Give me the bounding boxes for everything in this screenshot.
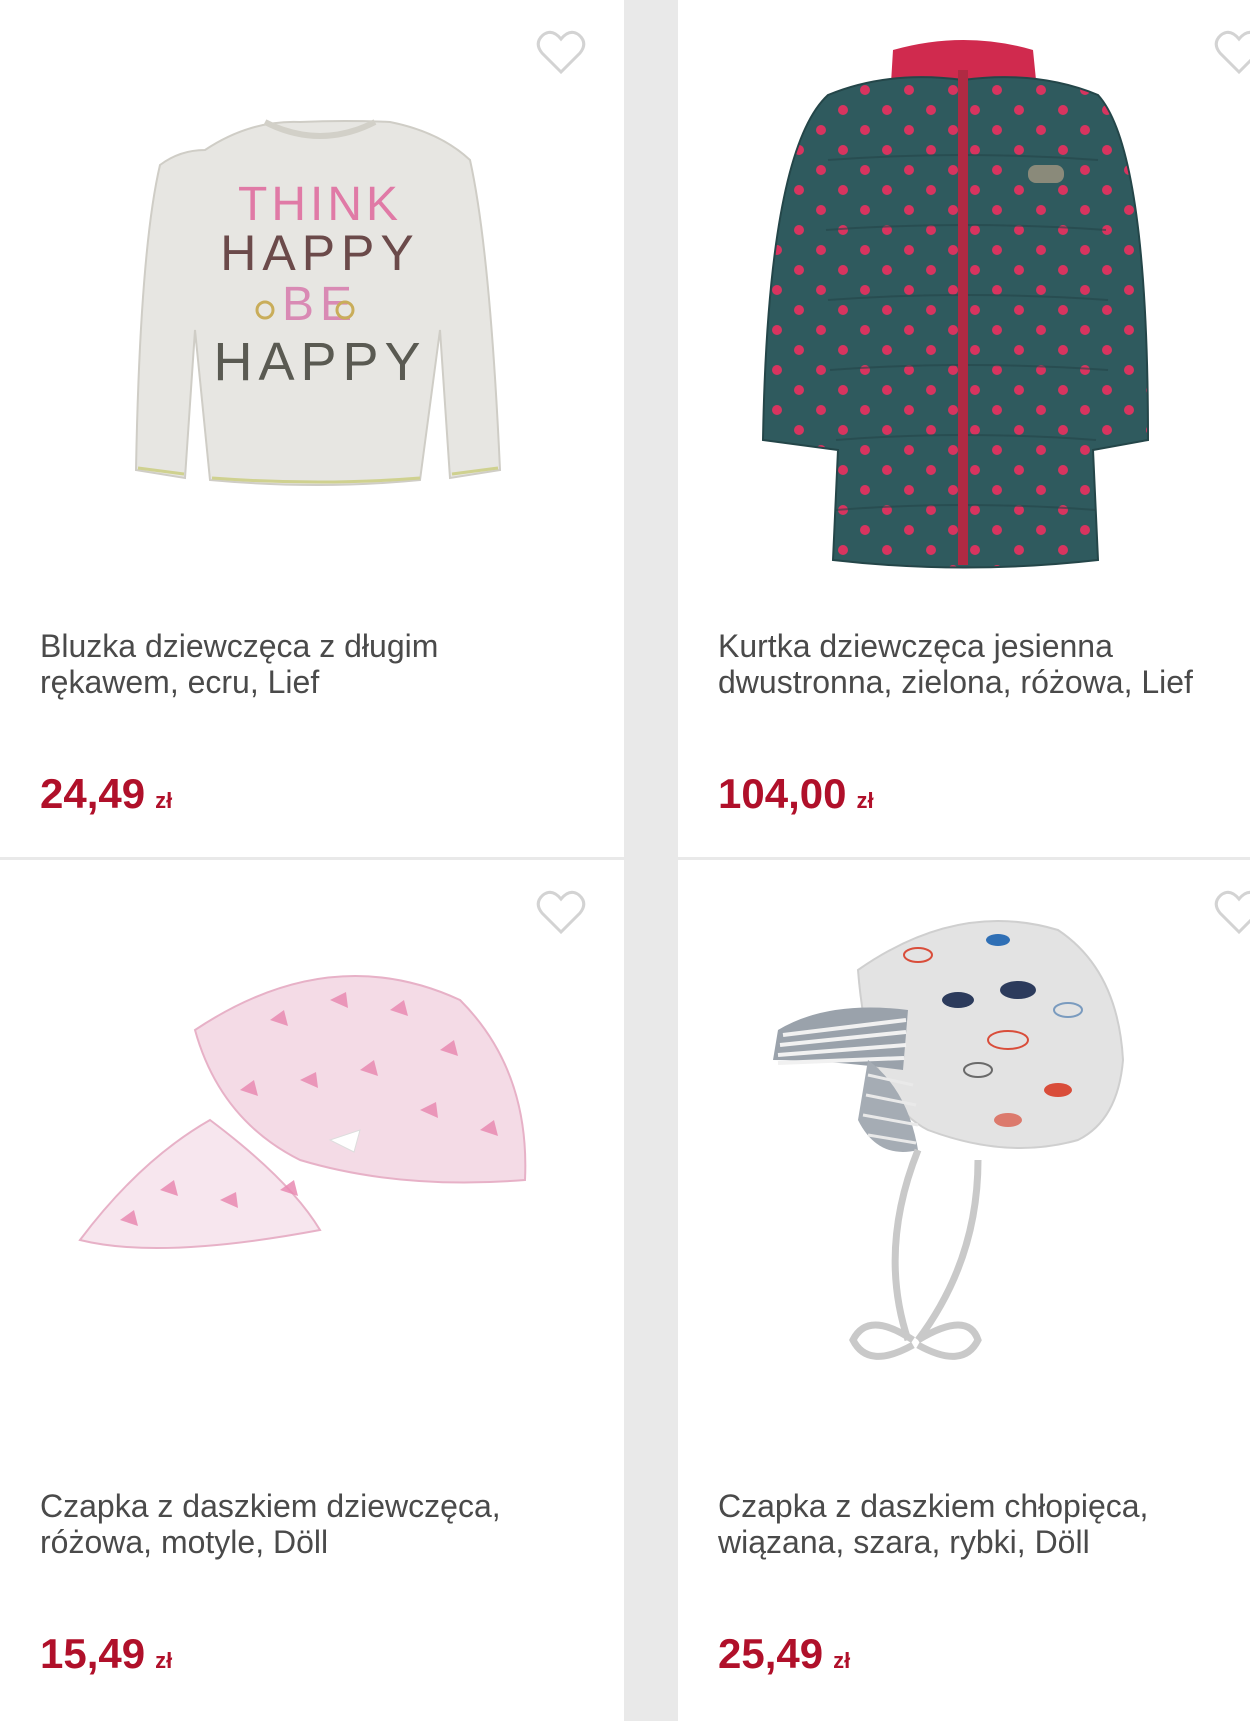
- product-title[interactable]: Czapka z daszkiem dziewczęca, różowa, mo…: [40, 1488, 580, 1560]
- product-title[interactable]: Bluzka dziewczęca z długim rękawem, ecru…: [40, 628, 580, 700]
- product-grid: THINK HAPPY BE HAPPY Bluzka dziewczęca z…: [0, 0, 1250, 1721]
- butterfly-cap-image[interactable]: [0, 860, 624, 1460]
- svg-text:THINK: THINK: [238, 178, 402, 231]
- product-price: 104,00 zł: [718, 770, 874, 825]
- price-amount: 15,49: [40, 1630, 146, 1677]
- heart-icon[interactable]: [536, 28, 586, 78]
- price-currency: zł: [833, 1648, 851, 1673]
- product-price: 25,49 zł: [718, 1630, 850, 1685]
- long-sleeve-shirt-image[interactable]: THINK HAPPY BE HAPPY: [0, 0, 624, 600]
- product-price: 15,49 zł: [40, 1630, 172, 1685]
- price-currency: zł: [155, 1648, 173, 1673]
- svg-text:HAPPY: HAPPY: [220, 225, 420, 281]
- product-card[interactable]: Kurtka dziewczęca jesienna dwustronna, z…: [678, 0, 1250, 857]
- product-price: 24,49 zł: [40, 770, 172, 825]
- svg-text:BE: BE: [282, 278, 358, 331]
- price-amount: 104,00: [718, 770, 847, 817]
- price-amount: 24,49: [40, 770, 146, 817]
- fish-hat-image[interactable]: [678, 860, 1250, 1460]
- product-title[interactable]: Kurtka dziewczęca jesienna dwustronna, z…: [718, 628, 1248, 700]
- product-title[interactable]: Czapka z daszkiem chłopięca, wiązana, sz…: [718, 1488, 1248, 1560]
- product-card[interactable]: Czapka z daszkiem dziewczęca, różowa, mo…: [0, 860, 624, 1721]
- heart-icon[interactable]: [1214, 888, 1250, 938]
- price-currency: zł: [155, 788, 173, 813]
- heart-icon[interactable]: [536, 888, 586, 938]
- price-currency: zł: [856, 788, 874, 813]
- svg-text:HAPPY: HAPPY: [213, 332, 426, 392]
- product-card[interactable]: THINK HAPPY BE HAPPY Bluzka dziewczęca z…: [0, 0, 624, 857]
- price-amount: 25,49: [718, 1630, 824, 1677]
- product-card[interactable]: Czapka z daszkiem chłopięca, wiązana, sz…: [678, 860, 1250, 1721]
- heart-icon[interactable]: [1214, 28, 1250, 78]
- puffer-jacket-image[interactable]: [678, 0, 1250, 600]
